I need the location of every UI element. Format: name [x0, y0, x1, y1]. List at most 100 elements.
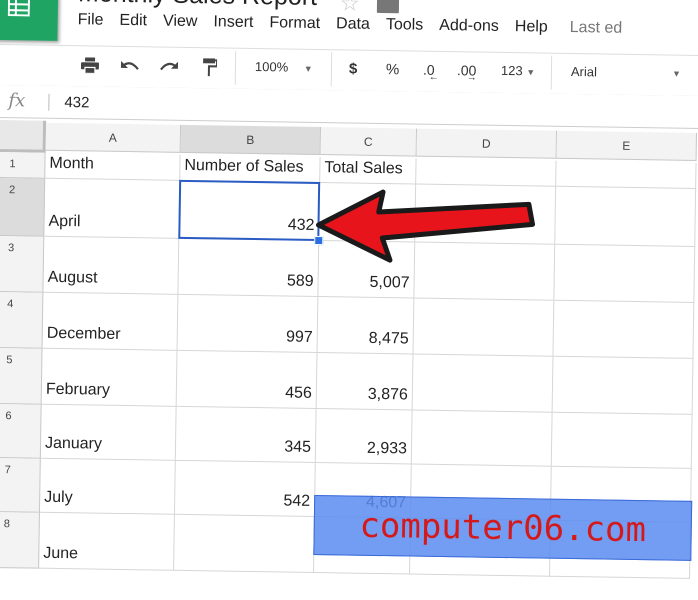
cell-value: Total Sales	[324, 159, 403, 178]
cell-a1[interactable]: Month	[45, 153, 180, 181]
cell-c6[interactable]: 2,933	[316, 409, 413, 465]
menu-file[interactable]: File	[78, 11, 104, 29]
chevron-down-icon: ▼	[672, 69, 681, 79]
cell-a7[interactable]: July	[40, 459, 176, 515]
cell-value: June	[43, 545, 78, 564]
row-header-1[interactable]: 1	[0, 152, 46, 179]
cell-value: 2,933	[367, 440, 407, 459]
cell-value: 8,475	[369, 330, 409, 349]
menu-view[interactable]: View	[163, 13, 198, 32]
arrow-right-icon: →	[467, 72, 477, 83]
last-edit-link[interactable]: Last ed	[570, 19, 623, 38]
cell-b7[interactable]: 542	[175, 461, 316, 517]
cell-a3[interactable]: August	[43, 237, 179, 295]
percent-button[interactable]: %	[386, 61, 400, 78]
cell-value: 997	[286, 329, 313, 347]
cell-value: August	[48, 269, 98, 288]
fx-icon: fx	[8, 90, 25, 111]
watermark: computer06.com	[313, 495, 692, 561]
menu-addons[interactable]: Add-ons	[439, 17, 499, 36]
cell-e6[interactable]	[552, 413, 693, 469]
folder-icon[interactable]	[377, 0, 399, 13]
formula-input[interactable]: 432	[64, 94, 89, 111]
column-header-a[interactable]: A	[46, 123, 181, 153]
cell-c1[interactable]: Total Sales	[320, 157, 416, 185]
cell-value: Month	[49, 155, 94, 174]
cell-a8[interactable]: June	[39, 513, 175, 571]
row-header-4[interactable]: 4	[0, 292, 43, 349]
menu-tools[interactable]: Tools	[386, 16, 424, 35]
menu-edit[interactable]: Edit	[119, 12, 147, 30]
column-header-c[interactable]: C	[321, 127, 417, 157]
cell-a6[interactable]: January	[41, 405, 177, 461]
formula-separator	[48, 94, 49, 111]
cell-d6[interactable]	[412, 411, 553, 467]
menu-insert[interactable]: Insert	[213, 13, 253, 32]
menu-bar: File Edit View Insert Format Data Tools …	[78, 11, 639, 38]
toolbar-separator	[331, 52, 333, 86]
cell-value: February	[46, 381, 110, 400]
arrow-left-icon: ←	[429, 72, 439, 83]
menu-data[interactable]: Data	[336, 15, 370, 34]
column-header-b[interactable]: B	[181, 125, 321, 155]
column-header-d[interactable]: D	[417, 129, 557, 159]
cell-value: 542	[283, 493, 310, 511]
red-arrow-annotation	[300, 187, 541, 271]
cell-value: April	[48, 213, 80, 232]
undo-icon[interactable]	[120, 60, 140, 72]
row-header-8[interactable]: 8	[0, 512, 40, 569]
zoom-select[interactable]: 100% ▼	[255, 59, 313, 75]
cell-e3[interactable]	[554, 245, 695, 303]
number-format-select[interactable]: 123 ▼	[501, 63, 535, 79]
row-header-5[interactable]: 5	[0, 348, 43, 405]
toolbar-separator	[551, 56, 553, 90]
cell-a4[interactable]: December	[43, 293, 179, 351]
print-icon[interactable]	[81, 57, 99, 73]
select-all-corner[interactable]	[0, 120, 46, 153]
sheets-logo[interactable]	[0, 0, 58, 41]
cell-e5[interactable]	[553, 357, 694, 415]
row-header-3[interactable]: 3	[0, 236, 44, 293]
decrease-decimal-button[interactable]: .0 ←	[423, 62, 435, 78]
cell-a5[interactable]: February	[42, 349, 178, 407]
document-title[interactable]: Monthly Sales Report	[78, 0, 317, 12]
cell-value: July	[44, 489, 73, 507]
chevron-down-icon: ▼	[304, 64, 313, 74]
row-header-6[interactable]: 6	[0, 404, 42, 459]
cell-d4[interactable]	[413, 299, 554, 357]
cell-e2[interactable]	[555, 187, 696, 247]
zoom-value: 100%	[255, 59, 288, 75]
cell-a2[interactable]: April	[44, 179, 180, 239]
cell-b8[interactable]	[174, 515, 315, 573]
font-select[interactable]: Arial ▼	[571, 64, 681, 81]
cell-b6[interactable]: 345	[176, 407, 317, 463]
column-header-e[interactable]: E	[557, 131, 697, 161]
cell-b5[interactable]: 456	[177, 351, 318, 409]
cell-value: 3,876	[368, 386, 408, 405]
menu-help[interactable]: Help	[515, 18, 548, 37]
cell-b1[interactable]: Number of Sales	[180, 155, 320, 183]
selected-cell-outline	[178, 180, 320, 241]
row-header-7[interactable]: 7	[0, 458, 41, 513]
cell-e4[interactable]	[553, 301, 694, 359]
cell-value: 5,007	[369, 274, 409, 293]
currency-button[interactable]: $	[349, 60, 358, 77]
redo-icon[interactable]	[159, 61, 179, 73]
cell-value: January	[45, 435, 102, 454]
chevron-down-icon: ▼	[526, 67, 535, 77]
cell-value: 456	[285, 385, 312, 403]
menu-format[interactable]: Format	[269, 14, 320, 33]
sheets-logo-icon	[8, 0, 30, 16]
increase-decimal-button[interactable]: .00 →	[457, 62, 477, 78]
paint-format-icon[interactable]	[203, 58, 217, 76]
cell-d5[interactable]	[413, 355, 554, 413]
cell-c4[interactable]: 8,475	[317, 297, 414, 355]
cell-b4[interactable]: 997	[178, 295, 319, 353]
cell-c5[interactable]: 3,876	[317, 353, 414, 411]
cell-d1[interactable]	[416, 159, 556, 187]
row-header-2[interactable]: 2	[0, 178, 45, 237]
cell-e1[interactable]	[556, 161, 696, 189]
star-icon[interactable]: ☆	[340, 0, 360, 17]
cell-value: 345	[284, 439, 311, 457]
cell-b3[interactable]: 589	[178, 239, 319, 297]
